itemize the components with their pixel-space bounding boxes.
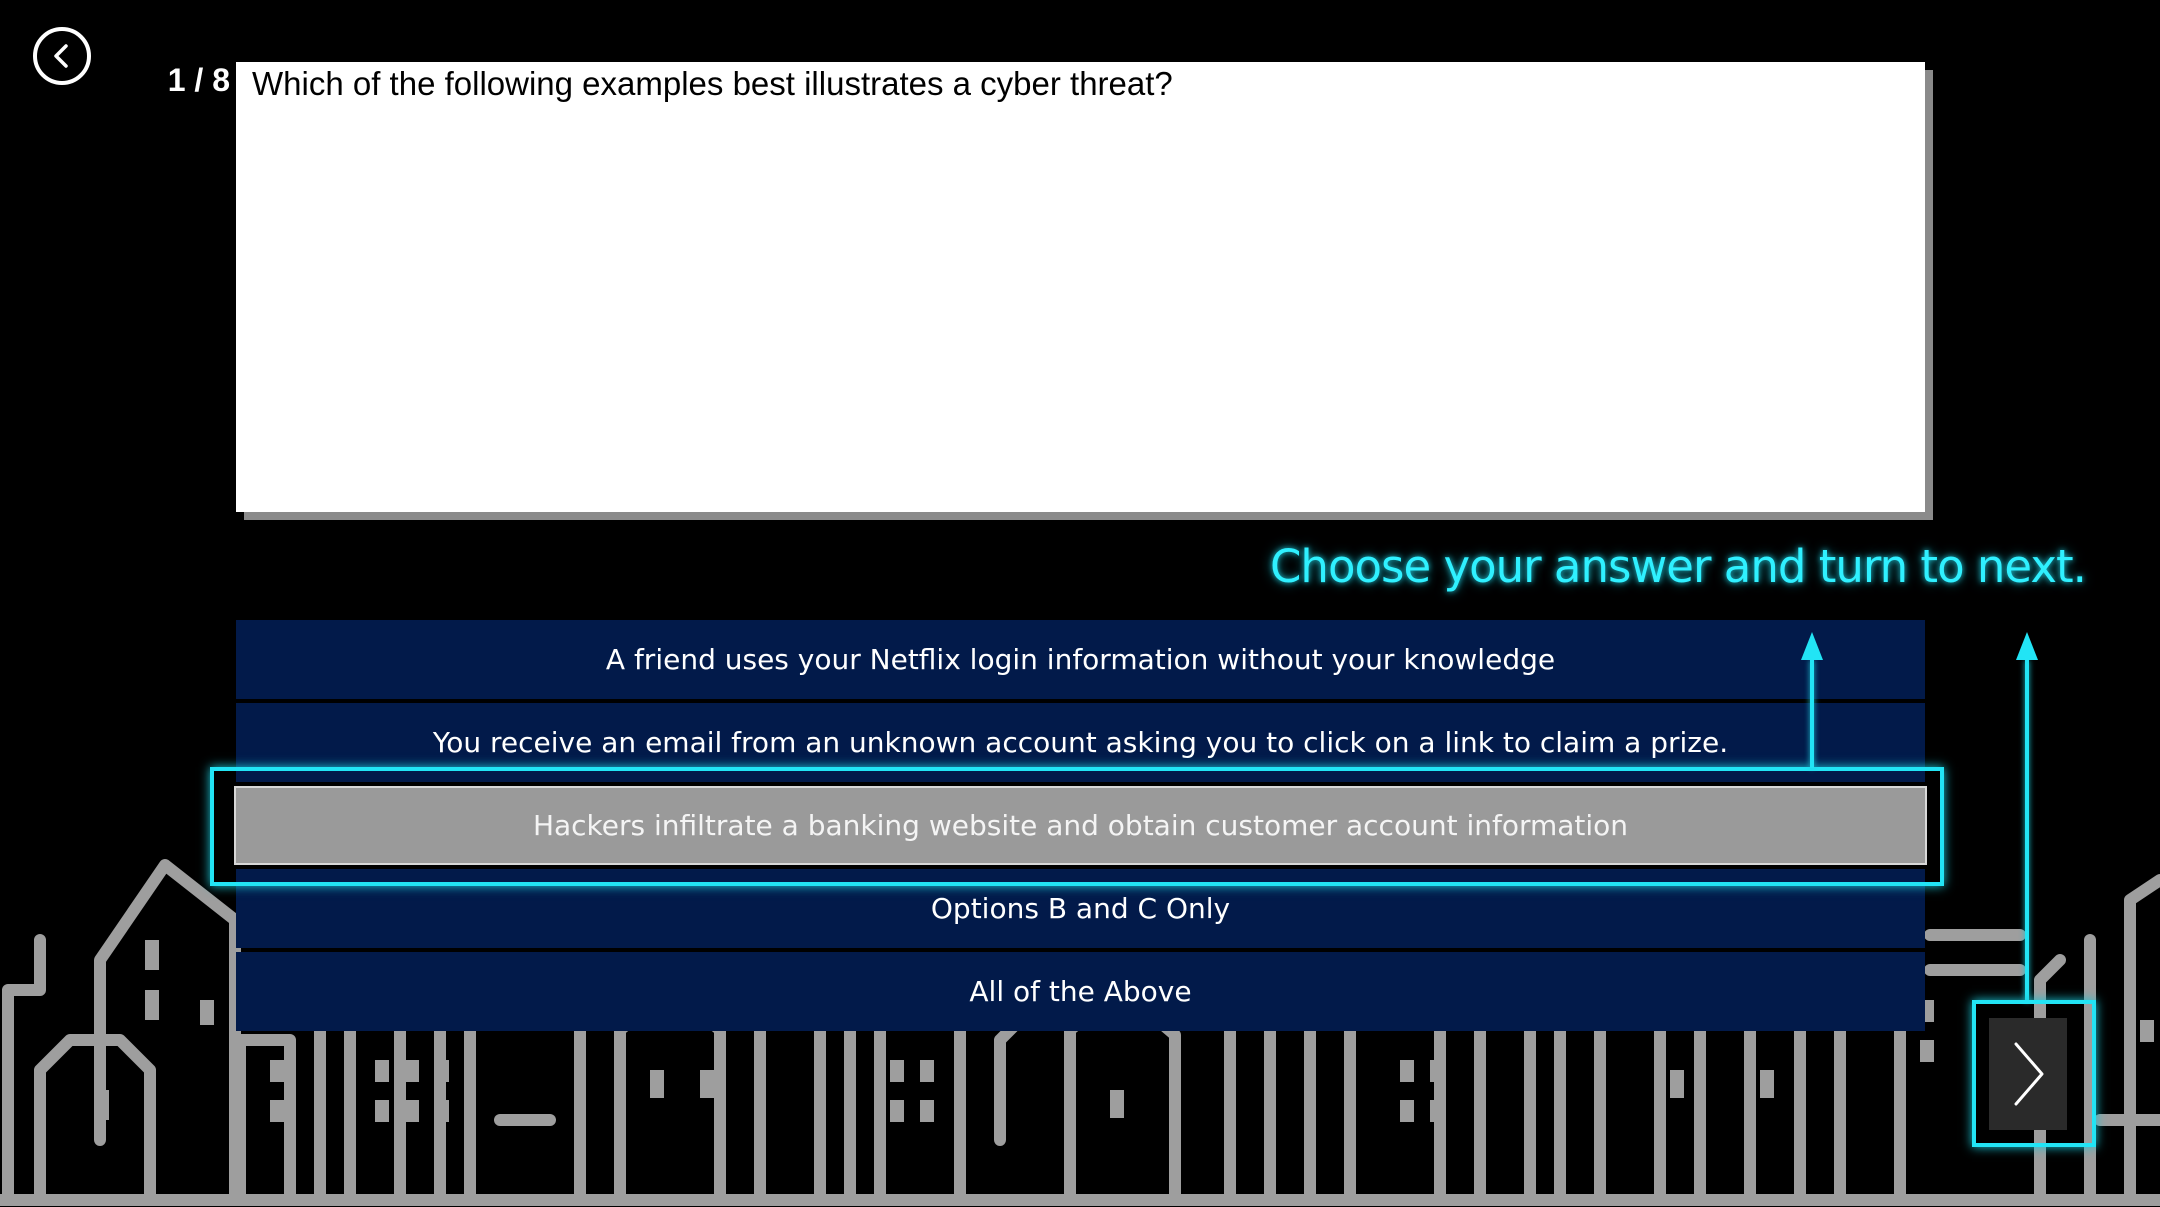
question-card: Which of the following examples best ill… <box>236 62 1925 512</box>
instruction-text: Choose your answer and turn to next. <box>1270 540 2087 593</box>
chevron-left-icon <box>54 44 68 68</box>
hint-arrow-answer <box>1810 660 1814 768</box>
question-text: Which of the following examples best ill… <box>252 65 1173 102</box>
hint-arrow-next-head <box>2016 632 2038 660</box>
chevron-right-icon <box>2014 1042 2044 1106</box>
next-button[interactable] <box>1989 1018 2067 1130</box>
answer-options: A friend uses your Netflix login informa… <box>234 620 1927 1035</box>
answer-option-e[interactable]: All of the Above <box>236 952 1925 1031</box>
answer-option-c[interactable]: Hackers infiltrate a banking website and… <box>234 786 1927 865</box>
answer-option-a[interactable]: A friend uses your Netflix login informa… <box>236 620 1925 699</box>
hint-arrow-next <box>2025 660 2029 1002</box>
quiz-screen: 1 / 8 Which of the following examples be… <box>0 0 2160 1207</box>
answer-option-b[interactable]: You receive an email from an unknown acc… <box>236 703 1925 782</box>
question-counter: 1 / 8 <box>167 62 230 98</box>
back-button[interactable] <box>33 27 91 85</box>
hint-arrow-answer-head <box>1801 632 1823 660</box>
answer-option-d[interactable]: Options B and C Only <box>236 869 1925 948</box>
